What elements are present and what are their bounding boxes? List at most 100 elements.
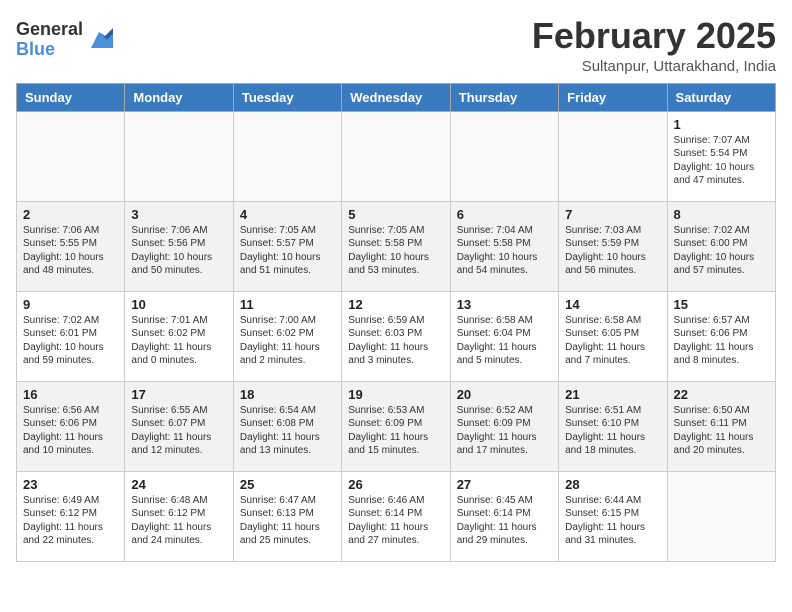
day-number: 22	[674, 387, 769, 402]
day-number: 3	[131, 207, 226, 222]
day-info: Sunrise: 7:02 AM Sunset: 6:01 PM Dayligh…	[23, 314, 118, 368]
calendar-day-cell: 28Sunrise: 6:44 AM Sunset: 6:15 PM Dayli…	[559, 471, 667, 561]
calendar-week-row: 23 Sunrise: 6:49 AM Sunset: 6:12 PM Dayli…	[17, 471, 776, 561]
day-info: Sunrise: 6:55 AM Sunset: 6:07 PM Dayligh…	[131, 404, 226, 458]
day-info: Sunrise: 7:03 AM Sunset: 5:59 PM Dayligh…	[565, 224, 660, 278]
day-number: 17	[131, 387, 226, 402]
day-number: 1	[674, 117, 769, 132]
weekday-header-sunday: Sunday	[17, 83, 125, 111]
calendar-week-row: 9 Sunrise: 7:02 AM Sunset: 6:01 PM Daylig…	[17, 291, 776, 381]
calendar-day-cell: 15 Sunrise: 6:57 AM Sunset: 6:06 PM Dayli…	[667, 291, 775, 381]
calendar-day-cell: 5 Sunrise: 7:05 AM Sunset: 5:58 PM Daylig…	[342, 201, 450, 291]
day-number: 4	[240, 207, 335, 222]
day-number: 28	[565, 477, 660, 492]
day-number: 26	[348, 477, 443, 492]
day-number: 18	[240, 387, 335, 402]
calendar-day-cell: 2Sunrise: 7:06 AM Sunset: 5:55 PM Daylig…	[17, 201, 125, 291]
calendar-day-cell	[17, 111, 125, 201]
logo-icon	[85, 26, 113, 54]
calendar-day-cell	[125, 111, 233, 201]
day-info: Sunrise: 6:51 AM Sunset: 6:10 PM Dayligh…	[565, 404, 660, 458]
calendar-day-cell: 23 Sunrise: 6:49 AM Sunset: 6:12 PM Dayli…	[17, 471, 125, 561]
day-info: Sunrise: 6:45 AM Sunset: 6:14 PM Dayligh…	[457, 494, 552, 548]
day-info: Sunrise: 6:48 AM Sunset: 6:12 PM Dayligh…	[131, 494, 226, 548]
day-info: Sunrise: 6:46 AM Sunset: 6:14 PM Dayligh…	[348, 494, 443, 548]
day-info: Sunrise: 6:59 AM Sunset: 6:03 PM Dayligh…	[348, 314, 443, 368]
weekday-header-saturday: Saturday	[667, 83, 775, 111]
day-number: 7	[565, 207, 660, 222]
calendar-table: SundayMondayTuesdayWednesdayThursdayFrid…	[16, 83, 776, 562]
day-number: 12	[348, 297, 443, 312]
day-number: 20	[457, 387, 552, 402]
calendar-day-cell: 22 Sunrise: 6:50 AM Sunset: 6:11 PM Dayli…	[667, 381, 775, 471]
calendar-day-cell: 16 Sunrise: 6:56 AM Sunset: 6:06 PM Dayli…	[17, 381, 125, 471]
day-info: Sunrise: 6:54 AM Sunset: 6:08 PM Dayligh…	[240, 404, 335, 458]
day-number: 5	[348, 207, 443, 222]
day-number: 21	[565, 387, 660, 402]
calendar-day-cell: 6 Sunrise: 7:04 AM Sunset: 5:58 PM Daylig…	[450, 201, 558, 291]
logo: General Blue	[16, 20, 113, 60]
day-info: Sunrise: 6:58 AM Sunset: 6:05 PM Dayligh…	[565, 314, 660, 368]
calendar-week-row: 16 Sunrise: 6:56 AM Sunset: 6:06 PM Dayli…	[17, 381, 776, 471]
calendar-day-cell: 21 Sunrise: 6:51 AM Sunset: 6:10 PM Dayli…	[559, 381, 667, 471]
day-number: 13	[457, 297, 552, 312]
calendar-day-cell: 13 Sunrise: 6:58 AM Sunset: 6:04 PM Dayli…	[450, 291, 558, 381]
calendar-day-cell: 1 Sunrise: 7:07 AM Sunset: 5:54 PM Daylig…	[667, 111, 775, 201]
calendar-day-cell	[450, 111, 558, 201]
day-number: 19	[348, 387, 443, 402]
day-info: Sunrise: 6:58 AM Sunset: 6:04 PM Dayligh…	[457, 314, 552, 368]
day-info: Sunrise: 7:06 AM Sunset: 5:56 PM Dayligh…	[131, 224, 226, 278]
calendar-day-cell: 11 Sunrise: 7:00 AM Sunset: 6:02 PM Dayli…	[233, 291, 341, 381]
day-number: 25	[240, 477, 335, 492]
day-number: 10	[131, 297, 226, 312]
day-info: Sunrise: 7:05 AM Sunset: 5:58 PM Dayligh…	[348, 224, 443, 278]
calendar-day-cell: 7 Sunrise: 7:03 AM Sunset: 5:59 PM Daylig…	[559, 201, 667, 291]
day-info: Sunrise: 7:01 AM Sunset: 6:02 PM Dayligh…	[131, 314, 226, 368]
calendar-day-cell: 24 Sunrise: 6:48 AM Sunset: 6:12 PM Dayli…	[125, 471, 233, 561]
day-info: Sunrise: 6:49 AM Sunset: 6:12 PM Dayligh…	[23, 494, 118, 548]
day-info: Sunrise: 6:53 AM Sunset: 6:09 PM Dayligh…	[348, 404, 443, 458]
day-info: Sunrise: 6:47 AM Sunset: 6:13 PM Dayligh…	[240, 494, 335, 548]
calendar-day-cell: 4Sunrise: 7:05 AM Sunset: 5:57 PM Daylig…	[233, 201, 341, 291]
calendar-day-cell	[233, 111, 341, 201]
calendar-day-cell: 3 Sunrise: 7:06 AM Sunset: 5:56 PM Daylig…	[125, 201, 233, 291]
calendar-day-cell: 12 Sunrise: 6:59 AM Sunset: 6:03 PM Dayli…	[342, 291, 450, 381]
day-number: 14	[565, 297, 660, 312]
day-info: Sunrise: 6:57 AM Sunset: 6:06 PM Dayligh…	[674, 314, 769, 368]
calendar-day-cell: 18 Sunrise: 6:54 AM Sunset: 6:08 PM Dayli…	[233, 381, 341, 471]
calendar-day-cell	[342, 111, 450, 201]
page-header: General Blue February 2025 Sultanpur, Ut…	[16, 16, 776, 75]
day-info: Sunrise: 7:04 AM Sunset: 5:58 PM Dayligh…	[457, 224, 552, 278]
day-info: Sunrise: 7:07 AM Sunset: 5:54 PM Dayligh…	[674, 134, 769, 188]
calendar-day-cell: 9 Sunrise: 7:02 AM Sunset: 6:01 PM Daylig…	[17, 291, 125, 381]
day-number: 2	[23, 207, 118, 222]
calendar-day-cell: 17 Sunrise: 6:55 AM Sunset: 6:07 PM Dayli…	[125, 381, 233, 471]
day-number: 24	[131, 477, 226, 492]
calendar-day-cell: 14 Sunrise: 6:58 AM Sunset: 6:05 PM Dayli…	[559, 291, 667, 381]
day-number: 27	[457, 477, 552, 492]
day-number: 16	[23, 387, 118, 402]
weekday-header-monday: Monday	[125, 83, 233, 111]
title-block: February 2025 Sultanpur, Uttarakhand, In…	[532, 16, 776, 75]
day-info: Sunrise: 6:52 AM Sunset: 6:09 PM Dayligh…	[457, 404, 552, 458]
calendar-week-row: 1 Sunrise: 7:07 AM Sunset: 5:54 PM Daylig…	[17, 111, 776, 201]
day-info: Sunrise: 6:56 AM Sunset: 6:06 PM Dayligh…	[23, 404, 118, 458]
calendar-day-cell: 27 Sunrise: 6:45 AM Sunset: 6:14 PM Dayli…	[450, 471, 558, 561]
day-number: 23	[23, 477, 118, 492]
day-info: Sunrise: 7:02 AM Sunset: 6:00 PM Dayligh…	[674, 224, 769, 278]
day-number: 11	[240, 297, 335, 312]
weekday-header-row: SundayMondayTuesdayWednesdayThursdayFrid…	[17, 83, 776, 111]
calendar-day-cell: 10 Sunrise: 7:01 AM Sunset: 6:02 PM Dayli…	[125, 291, 233, 381]
calendar-day-cell: 20 Sunrise: 6:52 AM Sunset: 6:09 PM Dayli…	[450, 381, 558, 471]
day-info: Sunrise: 6:50 AM Sunset: 6:11 PM Dayligh…	[674, 404, 769, 458]
weekday-header-tuesday: Tuesday	[233, 83, 341, 111]
day-number: 9	[23, 297, 118, 312]
location-text: Sultanpur, Uttarakhand, India	[532, 58, 776, 75]
calendar-week-row: 2Sunrise: 7:06 AM Sunset: 5:55 PM Daylig…	[17, 201, 776, 291]
day-number: 15	[674, 297, 769, 312]
calendar-day-cell	[667, 471, 775, 561]
weekday-header-friday: Friday	[559, 83, 667, 111]
day-number: 6	[457, 207, 552, 222]
day-info: Sunrise: 7:00 AM Sunset: 6:02 PM Dayligh…	[240, 314, 335, 368]
calendar-day-cell: 8Sunrise: 7:02 AM Sunset: 6:00 PM Daylig…	[667, 201, 775, 291]
